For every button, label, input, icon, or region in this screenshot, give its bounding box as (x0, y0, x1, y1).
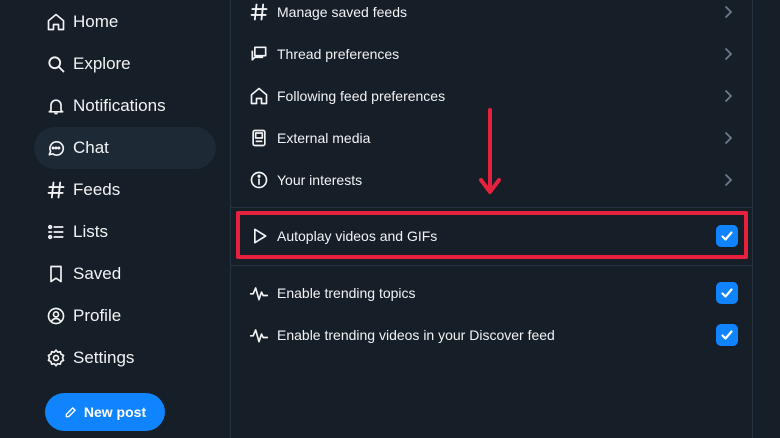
sidebar-item-explore[interactable]: Explore (34, 43, 216, 85)
sidebar-item-label: Notifications (73, 96, 166, 115)
sidebar-item-label: Lists (73, 222, 108, 241)
section-divider (231, 207, 752, 208)
setting-trending-topics[interactable]: Enable trending topics (231, 272, 752, 314)
bookmark-icon (46, 264, 66, 284)
checkmark-icon (721, 330, 733, 340)
sidebar-item-label: Explore (73, 54, 131, 73)
sidebar-item-feeds[interactable]: Feeds (34, 169, 216, 211)
sidebar-item-label: Settings (73, 348, 135, 367)
sidebar-item-home[interactable]: Home (34, 1, 216, 43)
annotation-arrow-down-icon (479, 108, 501, 194)
search-icon (46, 54, 66, 74)
sidebar-item-lists[interactable]: Lists (34, 211, 216, 253)
sidebar-item-saved[interactable]: Saved (34, 253, 216, 295)
trending-topics-checkbox[interactable] (716, 282, 738, 304)
edit-icon (64, 405, 78, 419)
settings-link-label: Your interests (277, 172, 363, 188)
trending-pulse-icon (249, 283, 269, 303)
list-icon (46, 222, 66, 242)
sidebar-item-label: Feeds (73, 180, 121, 199)
sidebar-item-label: Profile (73, 306, 122, 325)
sidebar-item-profile[interactable]: Profile (34, 295, 216, 337)
hash-icon (249, 2, 269, 22)
sidebar-item-settings[interactable]: Settings (34, 337, 216, 379)
sidebar-item-notifications[interactable]: Notifications (34, 85, 216, 127)
setting-label: Enable trending topics (277, 285, 416, 301)
info-circle-icon (249, 170, 269, 190)
bell-icon (46, 96, 66, 116)
chevron-right-icon (720, 130, 736, 146)
thread-bubbles-icon (249, 44, 269, 64)
trending-videos-checkbox[interactable] (716, 324, 738, 346)
sidebar-item-chat[interactable]: Chat (34, 127, 216, 169)
sidebar-item-label: Saved (73, 264, 122, 283)
new-post-button[interactable]: New post (45, 393, 165, 431)
settings-link-label: External media (277, 130, 371, 146)
gear-icon (46, 348, 66, 368)
home-icon (46, 12, 66, 32)
right-divider (752, 0, 753, 438)
home-icon (249, 86, 269, 106)
sidebar-item-label: Chat (73, 138, 109, 157)
settings-link-manage-saved-feeds[interactable]: Manage saved feeds (231, 0, 752, 33)
section-divider (231, 265, 752, 266)
sidebar: Home Explore Notifications Chat Feeds Li… (0, 0, 230, 438)
trending-pulse-icon (249, 325, 269, 345)
chevron-right-icon (720, 4, 736, 20)
checkmark-icon (721, 288, 733, 298)
user-circle-icon (46, 306, 66, 326)
settings-link-label: Thread preferences (277, 46, 400, 62)
media-player-icon (249, 128, 269, 148)
chat-bubble-icon (46, 138, 66, 158)
chevron-right-icon (720, 172, 736, 188)
hash-icon (46, 180, 66, 200)
annotation-highlight-box (236, 211, 748, 259)
settings-link-label: Following feed preferences (277, 88, 446, 104)
chevron-right-icon (720, 46, 736, 62)
chevron-right-icon (720, 88, 736, 104)
sidebar-item-label: Home (73, 12, 119, 31)
settings-link-thread-preferences[interactable]: Thread preferences (231, 33, 752, 75)
setting-label: Enable trending videos in your Discover … (277, 327, 555, 343)
new-post-label: New post (83, 404, 147, 420)
settings-link-label: Manage saved feeds (277, 4, 407, 20)
setting-trending-videos[interactable]: Enable trending videos in your Discover … (231, 314, 752, 356)
